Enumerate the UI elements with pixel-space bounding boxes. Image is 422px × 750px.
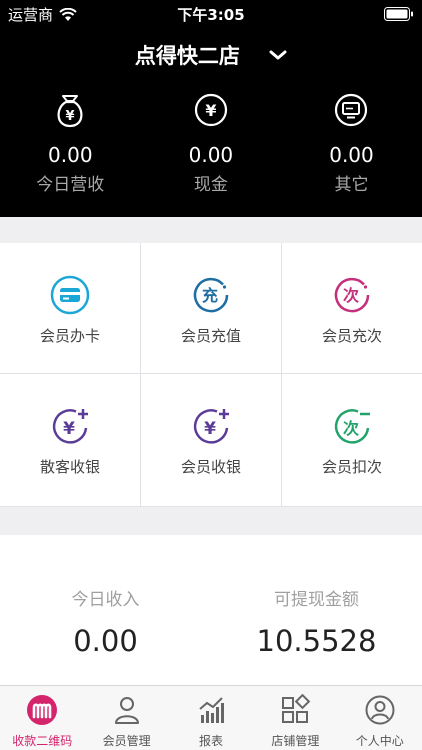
yen-circle-icon: ¥ <box>194 93 227 127</box>
withdrawable-label: 可提现金额 <box>274 590 359 610</box>
yen-plus-icon: ¥ <box>52 409 88 444</box>
times-icon: 次 <box>334 277 370 313</box>
summary-label: 其它 <box>334 175 369 195</box>
profile-icon <box>365 695 395 725</box>
member-topup-times-button[interactable]: 次 会员充次 <box>282 243 422 374</box>
battery-icon <box>384 7 413 21</box>
m-logo-icon <box>27 695 58 725</box>
card-icon <box>50 275 90 315</box>
svg-text:¥: ¥ <box>66 109 75 124</box>
grid-label: 会员办卡 <box>39 327 100 345</box>
summary-value: 0.00 <box>48 143 93 167</box>
member-card-button[interactable]: 会员办卡 <box>0 243 141 374</box>
tab-payment-qrcode[interactable]: 收款二维码 <box>0 686 84 750</box>
today-income-label: 今日收入 <box>71 590 140 610</box>
grid-label: 散客收银 <box>39 458 100 476</box>
member-checkout-button[interactable]: ¥ 会员收银 <box>141 374 282 507</box>
grid-label: 会员充次 <box>321 327 382 345</box>
header: 运营商 下午3:05 点得快二店 ¥ 0.00 今日营收 ¥ 0.00 现金 0… <box>0 0 422 217</box>
chevron-down-icon <box>269 50 287 60</box>
summary-label: 现金 <box>193 175 228 195</box>
summary-value: 0.00 <box>188 143 234 167</box>
today-income: 今日收入 0.00 <box>0 535 211 685</box>
money-bag-icon: ¥ <box>57 95 83 128</box>
yen-plus-icon: ¥ <box>193 409 229 444</box>
walkin-checkout-button[interactable]: ¥ 散客收银 <box>0 374 141 507</box>
summary-cash: ¥ 0.00 现金 <box>141 90 282 195</box>
grid-label: 会员充值 <box>180 327 241 345</box>
grid-label: 会员收银 <box>180 458 241 476</box>
revenue-summary: ¥ 0.00 今日营收 ¥ 0.00 现金 0.00 其它 <box>0 90 422 195</box>
times-glyph: 次 <box>343 286 359 305</box>
tab-label: 报表 <box>198 734 223 748</box>
deduct-times-icon: 次 <box>334 409 370 444</box>
member-deduct-times-button[interactable]: 次 会员扣次 <box>282 374 422 507</box>
recharge-glyph: 充 <box>202 286 218 305</box>
member-recharge-button[interactable]: 充 会员充值 <box>141 243 282 374</box>
grid-label: 会员扣次 <box>321 458 382 476</box>
tab-reports[interactable]: 报表 <box>169 686 253 750</box>
withdrawable-amount[interactable]: 可提现金额 10.5528 <box>211 535 422 685</box>
app-screen: 运营商 下午3:05 点得快二店 ¥ 0.00 今日营收 ¥ 0.00 现金 0… <box>0 0 422 750</box>
person-icon <box>114 697 139 724</box>
tab-personal-center[interactable]: 个人中心 <box>338 686 422 750</box>
tab-bar: 收款二维码 会员管理 报表 店铺管理 个人中心 <box>0 685 422 750</box>
summary-today-revenue: ¥ 0.00 今日营收 <box>0 90 141 195</box>
income-panel: 今日收入 0.00 可提现金额 10.5528 <box>0 535 422 685</box>
tab-label: 店铺管理 <box>271 734 320 748</box>
withdrawable-value: 10.5528 <box>256 624 377 658</box>
tab-label: 个人中心 <box>355 734 404 748</box>
store-selector[interactable]: 点得快二店 <box>0 40 422 70</box>
store-name: 点得快二店 <box>134 44 240 68</box>
tab-store-management[interactable]: 店铺管理 <box>253 686 337 750</box>
chart-icon <box>199 697 224 723</box>
function-grid: 会员办卡 充 会员充值 次 会员充次 ¥ 散客收银 ¥ 会员收银 次 会员扣次 <box>0 243 422 507</box>
summary-value: 0.00 <box>329 143 374 167</box>
svg-text:¥: ¥ <box>205 101 216 120</box>
status-bar: 运营商 下午3:05 <box>0 0 422 28</box>
recharge-icon: 充 <box>193 277 229 313</box>
summary-label: 今日营收 <box>36 175 105 195</box>
grid-icon <box>282 694 311 723</box>
tab-label: 收款二维码 <box>12 734 73 748</box>
tab-label: 会员管理 <box>102 734 151 748</box>
tab-member-management[interactable]: 会员管理 <box>84 686 168 750</box>
today-income-value: 0.00 <box>73 624 138 658</box>
deduct-glyph: 次 <box>343 419 359 438</box>
monitor-icon <box>335 93 368 127</box>
svg-text:¥: ¥ <box>63 419 75 439</box>
svg-text:¥: ¥ <box>204 419 216 439</box>
clock: 下午3:05 <box>177 6 245 24</box>
summary-other: 0.00 其它 <box>281 90 422 195</box>
